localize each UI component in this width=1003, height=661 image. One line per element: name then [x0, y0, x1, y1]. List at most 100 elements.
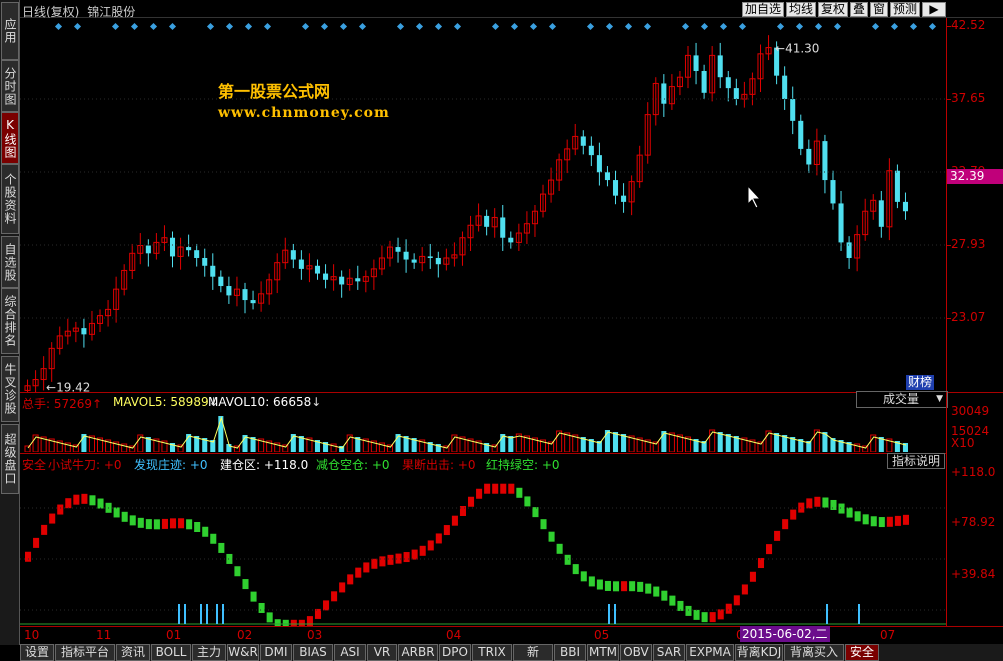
bottom-tab-5[interactable]: W&R [227, 644, 259, 661]
candle-body [878, 200, 884, 227]
indicator-bar [548, 531, 555, 542]
signal-diamond [833, 22, 842, 31]
indicator-bar [741, 584, 748, 595]
indicator-bar [178, 518, 185, 529]
bottom-tab-14[interactable]: BBI [554, 644, 586, 661]
indicator-bar [137, 517, 144, 528]
bottom-tab-21[interactable]: 安全 [845, 644, 879, 661]
indicator-bar [854, 511, 861, 522]
signal-diamond [491, 22, 500, 31]
bottom-tab-4[interactable]: 主力 [192, 644, 226, 661]
indicator-bar [403, 552, 410, 563]
candle-body [661, 83, 667, 104]
bottom-tab-17[interactable]: SAR [653, 644, 685, 661]
bottom-tab-9[interactable]: VR [367, 644, 397, 661]
toolbar-button-2[interactable]: 复权 [818, 2, 848, 17]
left-tab-7[interactable]: 超级盘口 [1, 424, 19, 494]
indicator-bar [33, 537, 40, 548]
signal-diamond [909, 22, 918, 31]
bottom-tab-11[interactable]: DPO [439, 644, 471, 661]
left-tab-1[interactable]: 分时图 [1, 60, 19, 112]
candle-body [339, 276, 345, 285]
indicator-bar [161, 518, 168, 529]
left-tab-3[interactable]: 个股资料 [1, 164, 19, 234]
signal-diamond [396, 22, 405, 31]
left-tab-6[interactable]: 牛叉诊股 [1, 356, 19, 422]
indicator-bar [902, 514, 909, 525]
bottom-tab-12[interactable]: TRIX [472, 644, 512, 661]
indicator-bar [798, 502, 805, 513]
volume-indicator-select[interactable]: 成交量 ▼ [856, 391, 948, 408]
indicator-bar [653, 586, 660, 597]
toolbar-button-3[interactable]: 叠 [850, 2, 868, 17]
volume-bar [774, 433, 780, 452]
indicator-signal-bar [178, 604, 180, 624]
left-tab-2[interactable]: K线图 [1, 112, 19, 164]
bottom-tab-16[interactable]: OBV [620, 644, 652, 661]
left-tab-0[interactable]: 应用 [1, 2, 19, 60]
indicator-bar [822, 497, 829, 508]
indicator-bar [186, 519, 193, 530]
toolbar-button-5[interactable]: 预测 [890, 2, 920, 17]
price-chart[interactable]: ←41.30 ←19.42 [20, 18, 946, 397]
date-cursor-label: 2015-06-02,二 [740, 626, 830, 642]
bottom-tab-2[interactable]: 资讯 [116, 644, 150, 661]
price-scale: 42.52 37.65 32.79 27.93 23.07 [946, 18, 1003, 392]
indicator-bar [677, 600, 684, 611]
candle-body [701, 70, 707, 93]
bottom-tab-3[interactable]: BOLL [151, 644, 191, 661]
candle-body [822, 141, 828, 181]
date-tick-0: 10 [24, 628, 40, 642]
signal-diamond [358, 22, 367, 31]
candle-body [846, 242, 852, 258]
bottom-tab-18[interactable]: EXPMA [686, 644, 734, 661]
toolbar-button-6[interactable]: ▶ [922, 2, 946, 17]
signal-diamond [681, 22, 690, 31]
bottom-tab-0[interactable]: 设置 [20, 644, 54, 661]
indicator-bar [693, 609, 700, 620]
candle-body [210, 265, 216, 277]
indicator-bar [169, 518, 177, 529]
candle-body [250, 300, 256, 304]
signal-diamond [206, 22, 215, 31]
indicator-bar [757, 558, 765, 569]
signal-diamond [225, 22, 234, 31]
bottom-tab-6[interactable]: DMI [260, 644, 292, 661]
indicator-tick: +39.84 [951, 567, 996, 581]
indicator-chart[interactable] [20, 470, 946, 630]
signal-diamond [415, 22, 424, 31]
bottom-tab-7[interactable]: BIAS [293, 644, 333, 661]
indicator-bar [604, 580, 611, 591]
indicator-bar [476, 488, 483, 499]
left-tab-5[interactable]: 综合排名 [1, 288, 19, 354]
toolbar-button-1[interactable]: 均线 [786, 2, 816, 17]
candle-body [508, 237, 514, 243]
cursor-icon [747, 184, 762, 209]
left-tab-4[interactable]: 自选股 [1, 236, 19, 288]
candle-body [484, 215, 490, 227]
indicator-bar [725, 603, 732, 614]
caibang-button[interactable]: 财榜 [906, 375, 935, 390]
date-tick-8: 07 [880, 628, 896, 642]
signal-diamond [814, 22, 823, 31]
mavol5-label: MAVOL5: 58989↓ [113, 395, 219, 409]
bottom-tab-13[interactable]: 新DMA [513, 644, 553, 661]
bottom-tab-15[interactable]: MTM [587, 644, 619, 661]
bottom-tab-20[interactable]: 背离买入 [784, 644, 844, 661]
volume-chart[interactable] [20, 409, 946, 453]
candle-body [838, 203, 844, 243]
bottom-tab-8[interactable]: ASI [334, 644, 366, 661]
toolbar-button-0[interactable]: 加自选 [742, 2, 784, 17]
bottom-tab-1[interactable]: 指标平台 [55, 644, 115, 661]
candle-body [290, 250, 296, 260]
bottom-tab-19[interactable]: 背离KDJ [735, 644, 783, 661]
indicator-explain-button[interactable]: 指标说明 [887, 453, 945, 469]
indicator-bar [468, 496, 475, 507]
date-tick-3: 02 [237, 628, 253, 642]
indicator-bar [894, 515, 901, 526]
bottom-tab-10[interactable]: ARBR [398, 644, 438, 661]
toolbar-button-4[interactable]: 窗 [870, 2, 888, 17]
indicator-bar [669, 595, 676, 606]
candlestick-chart[interactable]: ←41.30 ←19.42 [20, 18, 946, 397]
indicator-bar [347, 574, 354, 585]
